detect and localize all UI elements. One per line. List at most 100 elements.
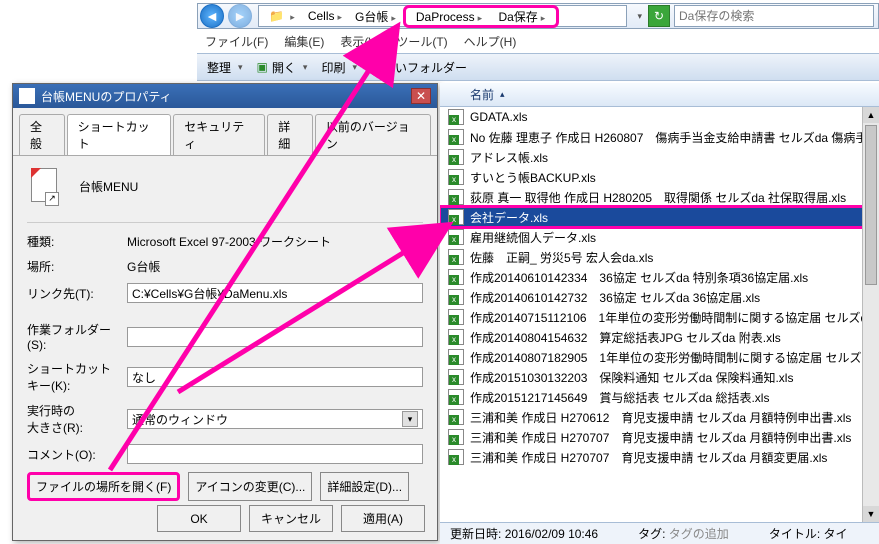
crumb-item[interactable]: DaProcess▸ bbox=[410, 10, 489, 24]
excel-file-icon bbox=[448, 409, 464, 425]
excel-file-icon bbox=[448, 329, 464, 345]
status-title: タイ bbox=[824, 527, 848, 541]
type-value: Microsoft Excel 97-2003 ワークシート bbox=[127, 233, 423, 250]
organize-button[interactable]: 整理 bbox=[207, 59, 243, 76]
crumb-item[interactable]: G台帳▸ bbox=[349, 8, 403, 25]
scroll-up-icon[interactable]: ▲ bbox=[863, 107, 879, 123]
excel-file-icon bbox=[448, 129, 464, 145]
status-bar: 更新日時: 2016/02/09 10:46 タグ: タグの追加 タイトル: タ… bbox=[440, 522, 879, 544]
file-row[interactable]: すいとう帳BACKUP.xls bbox=[440, 167, 879, 187]
file-name: 会社データ.xls bbox=[470, 209, 548, 226]
excel-file-icon bbox=[448, 169, 464, 185]
file-row[interactable]: 作成20140610142732 36協定 セルズda 36協定届.xls bbox=[440, 287, 879, 307]
shortcut-key-input[interactable] bbox=[127, 367, 423, 387]
file-row[interactable]: アドレス帳.xls bbox=[440, 147, 879, 167]
file-row[interactable]: 作成20140610142334 36協定 セルズda 特別条項36協定届.xl… bbox=[440, 267, 879, 287]
excel-file-icon bbox=[448, 349, 464, 365]
file-name: 荻原 真一 取得他 作成日 H280205 取得関係 セルズda 社保取得届.x… bbox=[470, 189, 846, 206]
file-row[interactable]: GDATA.xls bbox=[440, 107, 879, 127]
excel-file-icon bbox=[448, 109, 464, 125]
file-list[interactable]: GDATA.xls No 佐藤 理恵子 作成日 H260807 傷病手当金支給申請… bbox=[440, 107, 879, 522]
crumb-item[interactable]: Cells▸ bbox=[302, 9, 349, 23]
workdir-input[interactable] bbox=[127, 327, 423, 347]
excel-icon: ▣ bbox=[257, 60, 268, 74]
tab-security[interactable]: セキュリティ bbox=[173, 114, 265, 155]
open-file-location-button[interactable]: ファイルの場所を開く(F) bbox=[27, 472, 180, 501]
shortcut-name: 台帳MENU bbox=[79, 178, 138, 195]
chevron-down-icon[interactable]: ▾ bbox=[402, 411, 418, 427]
excel-file-icon bbox=[448, 289, 464, 305]
change-icon-button[interactable]: アイコンの変更(C)... bbox=[188, 472, 312, 501]
file-row[interactable]: 雇用継続個人データ.xls bbox=[440, 227, 879, 247]
cancel-button[interactable]: キャンセル bbox=[249, 505, 333, 532]
excel-file-icon bbox=[448, 389, 464, 405]
crumb-item[interactable]: 📁 ▸ bbox=[263, 9, 302, 23]
dropdown-arrow-icon[interactable]: ▾ bbox=[631, 11, 648, 22]
nav-back-button[interactable]: ◄ bbox=[200, 4, 224, 28]
comment-input[interactable] bbox=[127, 444, 423, 464]
file-name: 作成20151030132203 保険料通知 セルズda 保険料通知.xls bbox=[470, 369, 793, 386]
file-row[interactable]: 三浦和美 作成日 H270707 育児支援申請 セルズda 月額特例申出書.xl… bbox=[440, 427, 879, 447]
excel-file-icon bbox=[448, 189, 464, 205]
file-name: 作成20140807182905 1年単位の変形労働時間制に関する協定届 セルズ… bbox=[470, 349, 879, 366]
file-row[interactable]: 作成20151030132203 保険料通知 セルズda 保険料通知.xls bbox=[440, 367, 879, 387]
file-row[interactable]: 会社データ.xls bbox=[440, 207, 879, 227]
file-name: すいとう帳BACKUP.xls bbox=[470, 169, 596, 186]
print-button[interactable]: 印刷 bbox=[321, 59, 357, 76]
shortcut-icon: ↗ bbox=[27, 166, 59, 206]
refresh-button[interactable]: ↻ bbox=[648, 5, 670, 27]
scroll-down-icon[interactable]: ▼ bbox=[863, 506, 879, 522]
crumb-item[interactable]: Da保存▸ bbox=[492, 10, 552, 24]
menu-edit[interactable]: 編集(E) bbox=[284, 33, 324, 50]
dialog-icon: ▦ bbox=[19, 88, 35, 104]
run-size-combo[interactable]: 通常のウィンドウ▾ bbox=[127, 409, 423, 429]
file-name: アドレス帳.xls bbox=[470, 149, 548, 166]
file-row[interactable]: 三浦和美 作成日 H270612 育児支援申請 セルズda 月額特例申出書.xl… bbox=[440, 407, 879, 427]
file-name: 三浦和美 作成日 H270707 育児支援申請 セルズda 月額変更届.xls bbox=[470, 449, 827, 466]
file-row[interactable]: 作成20140804154632 算定総括表JPG セルズda 附表.xls bbox=[440, 327, 879, 347]
excel-file-icon bbox=[448, 369, 464, 385]
file-name: No 佐藤 理恵子 作成日 H260807 傷病手当金支給申請書 セルズda 傷… bbox=[470, 129, 879, 146]
file-row[interactable]: 作成20151217145649 賞与総括表 セルズda 総括表.xls bbox=[440, 387, 879, 407]
menu-tools[interactable]: ツール(T) bbox=[396, 33, 447, 50]
ok-button[interactable]: OK bbox=[157, 505, 241, 532]
scroll-thumb[interactable] bbox=[865, 125, 877, 285]
menu-file[interactable]: ファイル(F) bbox=[205, 33, 268, 50]
advanced-button[interactable]: 詳細設定(D)... bbox=[320, 472, 409, 501]
menu-view[interactable]: 表示(V) bbox=[340, 33, 380, 50]
excel-file-icon bbox=[448, 229, 464, 245]
file-row[interactable]: No 佐藤 理恵子 作成日 H260807 傷病手当金支給申請書 セルズda 傷… bbox=[440, 127, 879, 147]
tab-details[interactable]: 詳細 bbox=[267, 114, 313, 155]
excel-file-icon bbox=[448, 209, 464, 225]
close-button[interactable]: ✕ bbox=[411, 88, 431, 104]
tab-general[interactable]: 全般 bbox=[19, 114, 65, 155]
new-folder-button[interactable]: 新しいフォルダー bbox=[371, 59, 467, 76]
nav-fwd-button[interactable]: ► bbox=[228, 4, 252, 28]
open-button[interactable]: ▣ 開く bbox=[257, 59, 308, 76]
file-row[interactable]: 作成20140807182905 1年単位の変形労働時間制に関する協定届 セルズ… bbox=[440, 347, 879, 367]
file-row[interactable]: 佐藤 正嗣_ 労災5号 宏人会da.xls bbox=[440, 247, 879, 267]
place-value: G台帳 bbox=[127, 258, 423, 275]
menu-help[interactable]: ヘルプ(H) bbox=[464, 33, 517, 50]
status-tags[interactable]: タグの追加 bbox=[669, 527, 729, 541]
tab-versions[interactable]: 以前のバージョン bbox=[315, 114, 431, 155]
file-name: 作成20151217145649 賞与総括表 セルズda 総括表.xls bbox=[470, 389, 769, 406]
file-row[interactable]: 三浦和美 作成日 H270707 育児支援申請 セルズda 月額変更届.xls bbox=[440, 447, 879, 467]
menu-bar: ファイル(F) 編集(E) 表示(V) ツール(T) ヘルプ(H) bbox=[197, 30, 879, 52]
file-name: 作成20140610142334 36協定 セルズda 特別条項36協定届.xl… bbox=[470, 269, 808, 286]
search-input[interactable] bbox=[674, 5, 874, 27]
file-row[interactable]: 荻原 真一 取得他 作成日 H280205 取得関係 セルズda 社保取得届.x… bbox=[440, 187, 879, 207]
link-target-input[interactable] bbox=[127, 283, 423, 303]
apply-button[interactable]: 適用(A) bbox=[341, 505, 425, 532]
file-name: 三浦和美 作成日 H270707 育児支援申請 セルズda 月額特例申出書.xl… bbox=[470, 429, 851, 446]
tab-shortcut[interactable]: ショートカット bbox=[67, 114, 172, 155]
toolbar: 整理 ▣ 開く 印刷 新しいフォルダー bbox=[197, 53, 879, 81]
properties-dialog: ▦ 台帳MENUのプロパティ ✕ 全般 ショートカット セキュリティ 詳細 以前… bbox=[12, 83, 438, 541]
file-row[interactable]: 作成20140715112106 1年単位の変形労働時間制に関する協定届 セルズ… bbox=[440, 307, 879, 327]
scrollbar[interactable]: ▲ ▼ bbox=[862, 107, 879, 522]
column-header-name[interactable]: 名前 ▴ bbox=[440, 83, 879, 107]
excel-file-icon bbox=[448, 309, 464, 325]
breadcrumb[interactable]: 📁 ▸ Cells▸ G台帳▸ DaProcess▸ Da保存▸ bbox=[258, 5, 627, 27]
file-name: 三浦和美 作成日 H270612 育児支援申請 セルズda 月額特例申出書.xl… bbox=[470, 409, 851, 426]
file-list-pane: 名前 ▴ GDATA.xls No 佐藤 理恵子 作成日 H260807 傷病手当… bbox=[440, 83, 879, 522]
